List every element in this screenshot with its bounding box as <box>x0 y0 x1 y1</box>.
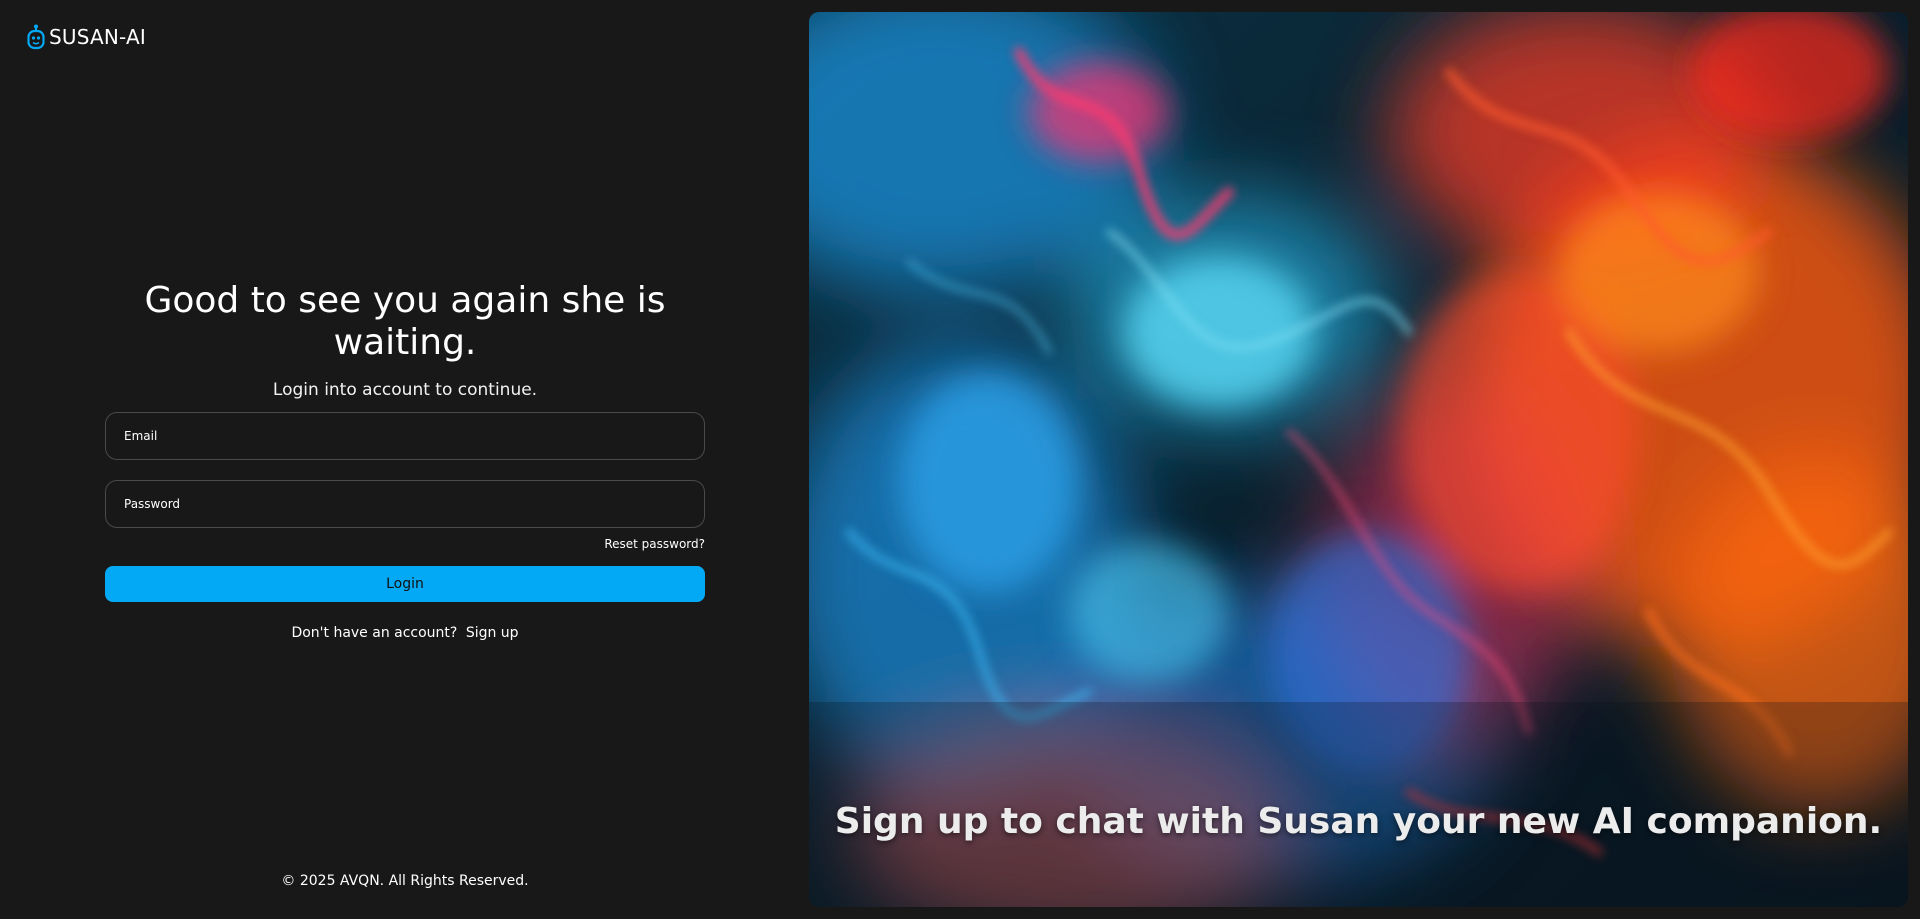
brand-name: SUSAN-AI <box>49 25 147 49</box>
brand[interactable]: SUSAN-AI <box>27 24 146 50</box>
reset-password-link[interactable]: Reset password? <box>604 537 705 551</box>
signup-link[interactable]: Sign up <box>466 625 519 641</box>
password-field[interactable] <box>105 480 705 528</box>
login-page: SUSAN-AI Good to see you again she is wa… <box>0 0 1920 919</box>
abstract-ink-smoke-image <box>809 12 1908 907</box>
page-title: Good to see you again she is waiting. <box>144 280 666 363</box>
signup-row: Don't have an account? Sign up <box>105 625 705 641</box>
footer-copyright: © 2025 AVQN. All Rights Reserved. <box>281 873 529 889</box>
login-form: Good to see you again she is waiting. Lo… <box>105 280 705 641</box>
login-button[interactable]: Login <box>105 566 705 602</box>
reset-row: Reset password? <box>105 533 705 551</box>
email-field[interactable] <box>105 412 705 460</box>
login-subtitle: Login into account to continue. <box>272 380 538 400</box>
signup-prompt: Don't have an account? <box>291 625 458 641</box>
robot-icon <box>27 24 45 50</box>
hero-panel: Sign up to chat with Susan your new AI c… <box>809 12 1908 907</box>
hero-caption: Sign up to chat with Susan your new AI c… <box>834 801 1883 842</box>
